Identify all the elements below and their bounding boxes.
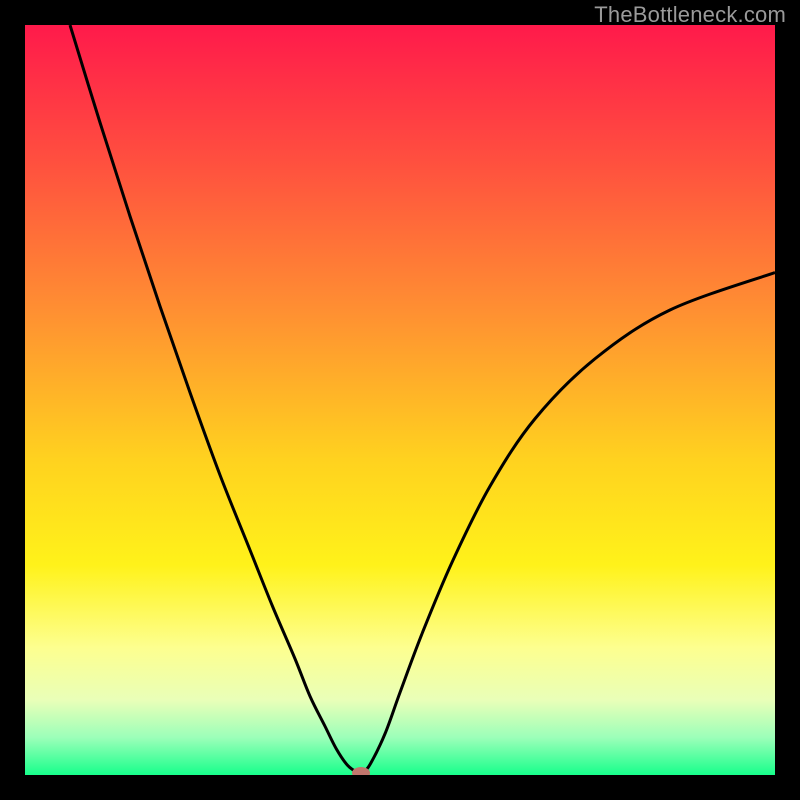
chart-frame: TheBottleneck.com [0,0,800,800]
bottleneck-curve [25,25,775,775]
plot-area [25,25,775,775]
optimum-marker [352,767,370,775]
watermark-text: TheBottleneck.com [594,2,786,28]
